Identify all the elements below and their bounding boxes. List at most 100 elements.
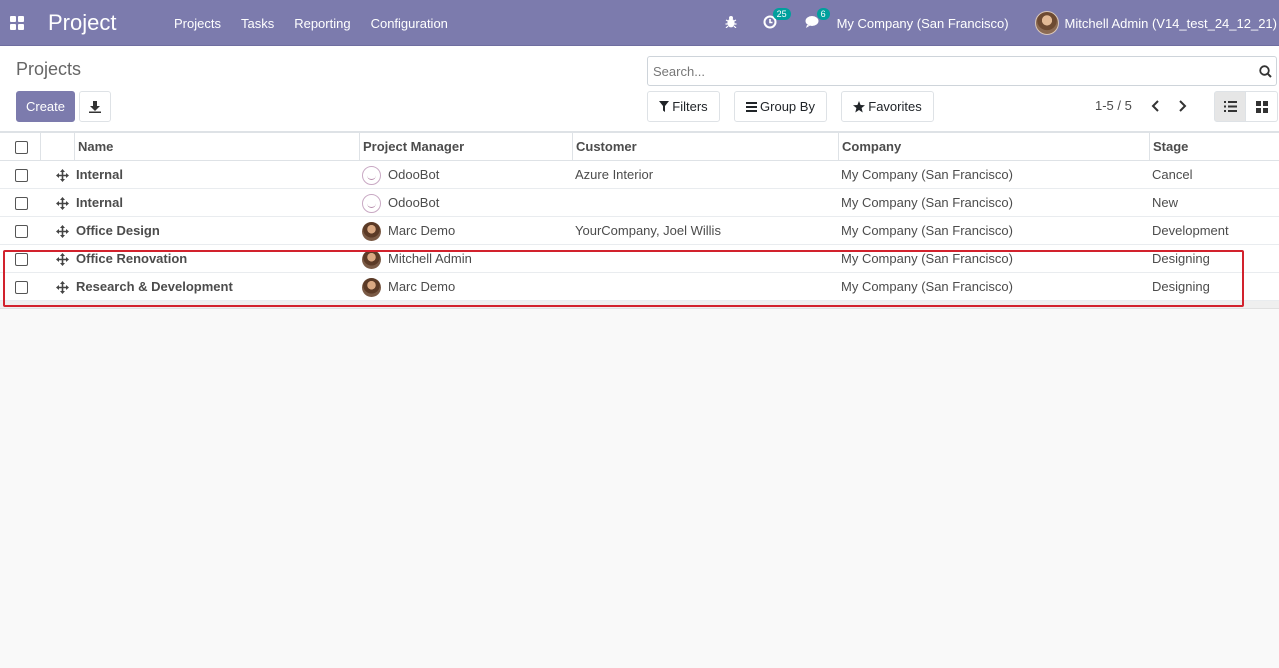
cell-name[interactable]: Internal xyxy=(76,189,356,217)
cell-name[interactable]: Office Renovation xyxy=(76,245,356,273)
app-menu-grid-icon[interactable] xyxy=(10,16,24,30)
manager-name: Marc Demo xyxy=(388,279,456,294)
column-customer[interactable]: Customer xyxy=(572,133,838,162)
table-row[interactable]: Office Renovation Mitchell Admin My Compan… xyxy=(0,245,1279,273)
user-name: Mitchell Admin (V14_test_24_12_21) xyxy=(1064,15,1277,31)
search-bar xyxy=(647,56,1277,86)
favorites-label: Favorites xyxy=(868,99,922,114)
control-panel: Projects Create Filters Group By Favorit… xyxy=(0,46,1279,132)
search-icon[interactable] xyxy=(1254,64,1276,78)
table-row[interactable]: Research & Development Marc Demo My Compan… xyxy=(0,273,1279,301)
column-project-manager[interactable]: Project Manager xyxy=(359,133,572,162)
activity-clock-icon[interactable]: 25 xyxy=(763,7,791,32)
manager-avatar xyxy=(362,221,381,241)
cell-customer[interactable]: Azure Interior xyxy=(575,161,835,189)
export-download-button[interactable] xyxy=(79,91,111,122)
group-by-button[interactable]: Group By xyxy=(734,91,827,122)
activity-count-badge: 25 xyxy=(772,7,791,20)
column-handle xyxy=(40,133,75,162)
pager-next-button[interactable] xyxy=(1173,96,1193,116)
top-navbar: Project Projects Tasks Reporting Configu… xyxy=(0,0,1279,46)
cell-stage[interactable]: Cancel xyxy=(1152,161,1277,189)
favorites-button[interactable]: Favorites xyxy=(841,91,934,122)
cell-company[interactable]: My Company (San Francisco) xyxy=(841,161,1146,189)
cell-project-manager[interactable]: Mitchell Admin xyxy=(362,245,570,273)
menu-projects[interactable]: Projects xyxy=(164,16,231,31)
table-row[interactable]: Internal OdooBot Azure Interior My Company … xyxy=(0,161,1279,189)
column-stage[interactable]: Stage xyxy=(1149,133,1279,162)
row-checkbox[interactable] xyxy=(15,253,28,266)
drag-handle-icon[interactable] xyxy=(56,253,69,266)
cell-project-manager[interactable]: Marc Demo xyxy=(362,273,570,301)
pager-previous-button[interactable] xyxy=(1145,96,1165,116)
cell-stage[interactable]: New xyxy=(1152,189,1277,217)
company-switcher[interactable]: My Company (San Francisco) xyxy=(837,16,1009,31)
cell-company[interactable]: My Company (San Francisco) xyxy=(841,245,1146,273)
app-title[interactable]: Project xyxy=(48,10,116,36)
manager-avatar xyxy=(362,249,381,269)
filters-label: Filters xyxy=(672,99,708,114)
messages-count-badge: 6 xyxy=(816,7,830,20)
messages-chat-icon[interactable]: 6 xyxy=(805,7,830,32)
drag-handle-icon[interactable] xyxy=(56,197,69,210)
select-all-checkbox[interactable] xyxy=(15,141,28,154)
kanban-view-button[interactable] xyxy=(1246,91,1278,122)
cell-stage[interactable]: Designing xyxy=(1152,273,1277,301)
cell-company[interactable]: My Company (San Francisco) xyxy=(841,217,1146,245)
list-view-button[interactable] xyxy=(1214,91,1246,122)
main-menu: Projects Tasks Reporting Configuration xyxy=(164,0,458,46)
cell-customer[interactable] xyxy=(575,273,835,301)
table-row[interactable]: Internal OdooBot My Company (San Francisco… xyxy=(0,189,1279,217)
drag-handle-icon[interactable] xyxy=(56,281,69,294)
debug-bug-icon[interactable] xyxy=(725,15,737,31)
pager-value[interactable]: 1-5 / 5 xyxy=(1095,98,1132,113)
table-row[interactable]: Office Design Marc Demo YourCompany, Joel … xyxy=(0,217,1279,245)
menu-configuration[interactable]: Configuration xyxy=(361,16,458,31)
kanban-grid-icon xyxy=(1255,100,1268,113)
table-header: Name Project Manager Customer Company St… xyxy=(0,132,1279,162)
breadcrumb: Projects xyxy=(16,59,82,79)
cell-stage[interactable]: Development xyxy=(1152,217,1277,245)
star-icon xyxy=(853,100,866,112)
cell-customer[interactable] xyxy=(575,245,835,273)
cell-name[interactable]: Research & Development xyxy=(76,273,356,301)
group-by-label: Group By xyxy=(760,99,815,114)
row-checkbox[interactable] xyxy=(15,225,28,238)
cell-customer[interactable] xyxy=(575,189,835,217)
cell-project-manager[interactable]: OdooBot xyxy=(362,189,570,217)
menu-tasks[interactable]: Tasks xyxy=(231,16,284,31)
bars-icon xyxy=(746,101,758,112)
manager-name: Marc Demo xyxy=(388,223,456,238)
manager-name: OdooBot xyxy=(388,167,440,182)
filter-funnel-icon xyxy=(659,101,670,112)
chevron-right-icon xyxy=(1179,100,1187,112)
cell-project-manager[interactable]: OdooBot xyxy=(362,161,570,189)
user-avatar xyxy=(1034,11,1059,35)
drag-handle-icon[interactable] xyxy=(56,169,69,182)
column-company[interactable]: Company xyxy=(838,133,1149,162)
create-button[interactable]: Create xyxy=(16,91,75,122)
manager-name: Mitchell Admin xyxy=(388,251,472,266)
cell-customer[interactable]: YourCompany, Joel Willis xyxy=(575,217,835,245)
cell-project-manager[interactable]: Marc Demo xyxy=(362,217,570,245)
filters-button[interactable]: Filters xyxy=(647,91,720,122)
cell-name[interactable]: Office Design xyxy=(76,217,356,245)
manager-avatar xyxy=(362,165,381,185)
drag-handle-icon[interactable] xyxy=(56,225,69,238)
cell-stage[interactable]: Designing xyxy=(1152,245,1277,273)
manager-avatar xyxy=(362,193,381,213)
user-menu[interactable]: Mitchell Admin (V14_test_24_12_21) xyxy=(1034,11,1277,35)
systray: 25 6 My Company (San Francisco) Mitchell… xyxy=(725,0,1279,46)
cell-name[interactable]: Internal xyxy=(76,161,356,189)
projects-list-table: Name Project Manager Customer Company St… xyxy=(0,132,1279,309)
search-input[interactable] xyxy=(648,62,1254,80)
table-body: Internal OdooBot Azure Interior My Company … xyxy=(0,161,1279,301)
cell-company[interactable]: My Company (San Francisco) xyxy=(841,273,1146,301)
row-checkbox[interactable] xyxy=(15,197,28,210)
column-name[interactable]: Name xyxy=(74,133,359,162)
menu-reporting[interactable]: Reporting xyxy=(284,16,360,31)
row-checkbox[interactable] xyxy=(15,281,28,294)
cell-company[interactable]: My Company (San Francisco) xyxy=(841,189,1146,217)
row-checkbox[interactable] xyxy=(15,169,28,182)
download-icon xyxy=(89,100,101,113)
